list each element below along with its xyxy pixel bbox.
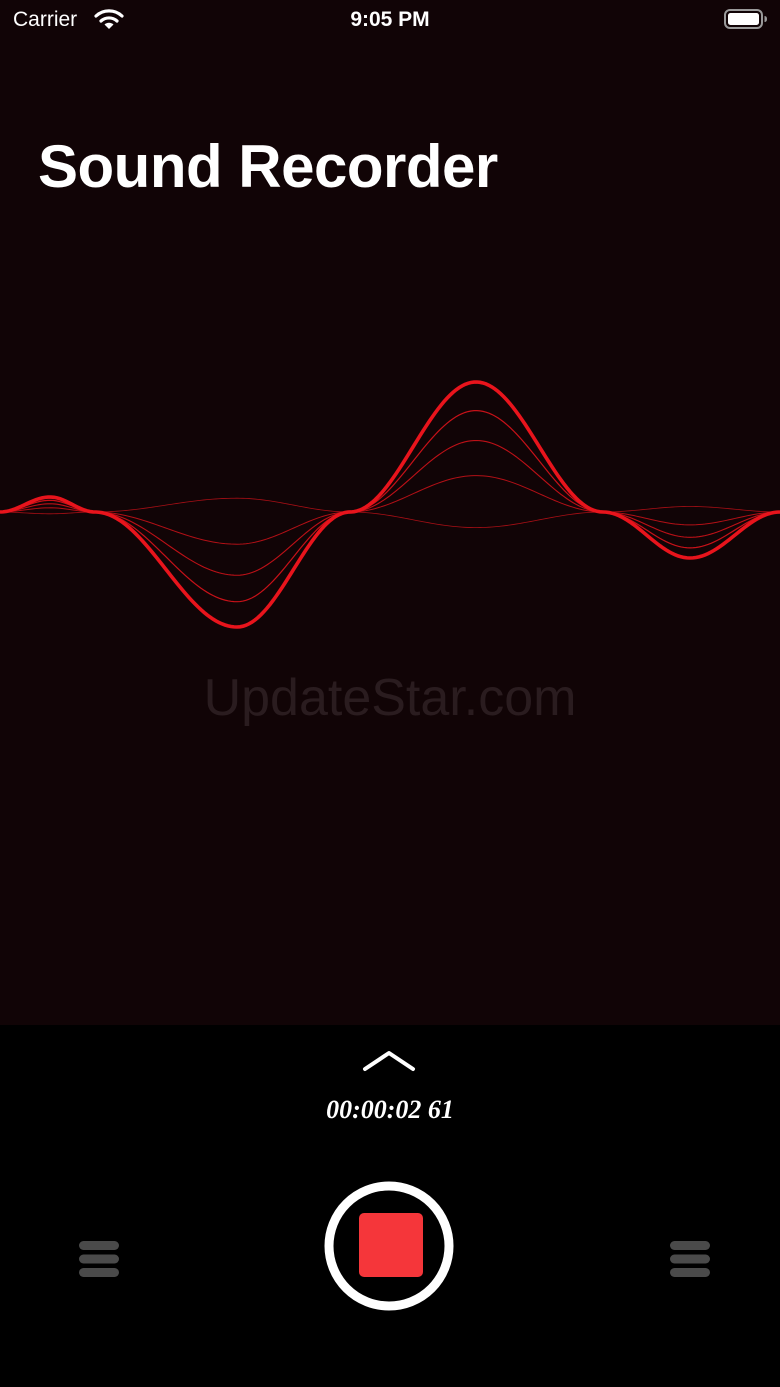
status-time: 9:05 PM — [350, 8, 430, 31]
control-panel: 00:00:02 61 — [0, 1025, 780, 1387]
stop-recording-button[interactable] — [322, 1179, 456, 1313]
status-bar: Carrier 9:05 PM — [0, 0, 780, 40]
recorder-screen: Carrier 9:05 PM Sound Recorder UpdateSta… — [0, 0, 780, 1387]
waveform-line — [0, 410, 780, 603]
waveform-line — [0, 475, 780, 545]
list-icon[interactable] — [668, 1237, 712, 1281]
waveform-line — [0, 380, 780, 629]
watermark: UpdateStar.com — [203, 669, 577, 727]
waveform-line — [0, 497, 780, 529]
elapsed-time: 00:00:02 61 — [326, 1095, 454, 1124]
audio-waveform — [0, 380, 780, 629]
page-title: Sound Recorder — [38, 133, 498, 200]
stop-icon — [359, 1213, 423, 1277]
visualizer-area: Carrier 9:05 PM Sound Recorder UpdateSta… — [0, 0, 780, 1025]
chevron-up-icon[interactable] — [356, 1043, 422, 1079]
list-icon[interactable] — [77, 1237, 121, 1281]
battery-icon — [724, 9, 767, 29]
